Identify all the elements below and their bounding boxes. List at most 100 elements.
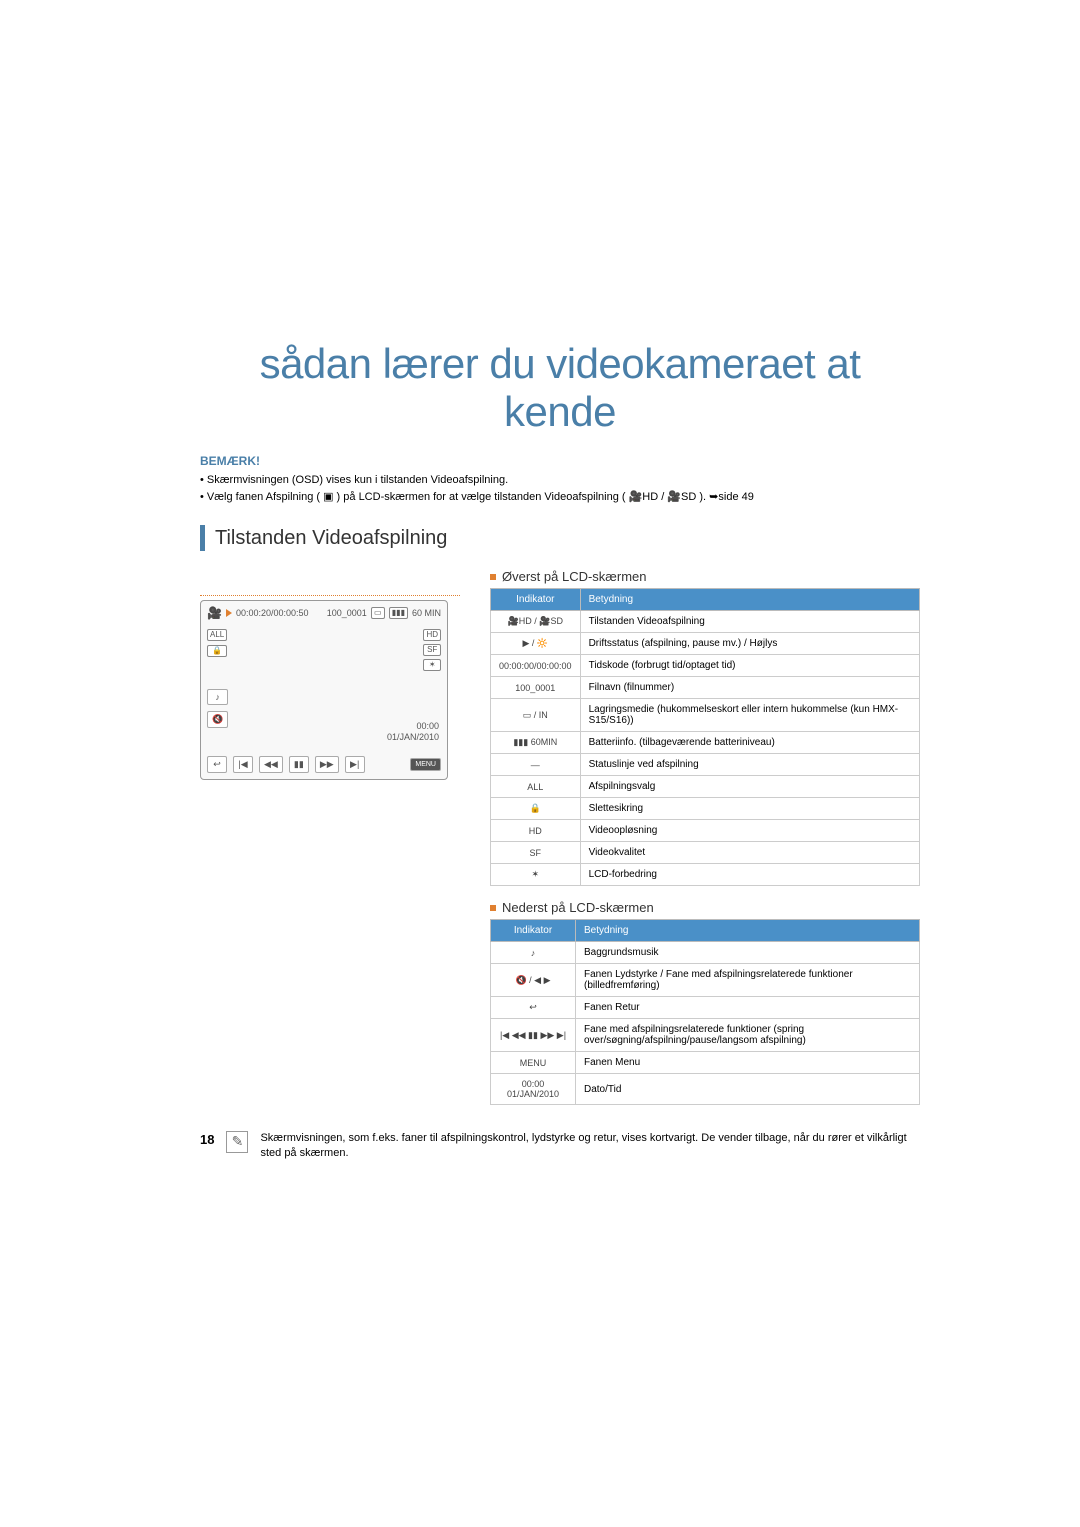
lcd-timecode: 00:00:20/00:00:50 bbox=[236, 608, 309, 618]
note-label: BEMÆRK! bbox=[200, 454, 920, 468]
video-mode-icon: 🎥 bbox=[207, 606, 222, 620]
bottom-indicator-table: Indikator Betydning ♪Baggrundsmusik🔇 / ◀… bbox=[490, 919, 920, 1105]
battery-icon: ▮▮▮ bbox=[389, 607, 408, 619]
meaning-cell: Videoopløsning bbox=[580, 820, 919, 842]
section-header: Tilstanden Videoafspilning bbox=[200, 525, 920, 551]
bullet-icon bbox=[490, 905, 496, 911]
next-button[interactable]: ▶| bbox=[345, 756, 365, 773]
table-row: 🎥HD / 🎥SDTilstanden Videoafspilning bbox=[491, 611, 920, 633]
meaning-cell: Filnavn (filnummer) bbox=[580, 677, 919, 699]
meaning-cell: Baggrundsmusik bbox=[576, 942, 920, 964]
bullet-icon bbox=[490, 574, 496, 580]
meaning-cell: Tilstanden Videoafspilning bbox=[580, 611, 919, 633]
table-row: SFVideokvalitet bbox=[491, 842, 920, 864]
table-row: ♪Baggrundsmusik bbox=[491, 942, 920, 964]
indicator-cell: 🔒 bbox=[491, 798, 581, 820]
table-row: 🔇 / ◀ ▶Fanen Lydstyrke / Fane med afspil… bbox=[491, 964, 920, 997]
meaning-cell: Driftsstatus (afspilning, pause mv.) / H… bbox=[580, 633, 919, 655]
table-row: HDVideoopløsning bbox=[491, 820, 920, 842]
subhead-top: Øverst på LCD-skærmen bbox=[490, 569, 920, 584]
lcd-column: 🎥 00:00:20/00:00:50 100_0001 ▭ ▮▮▮ 60 MI… bbox=[200, 565, 460, 780]
lcd-time: 00:00 bbox=[387, 721, 439, 732]
indicator-cell: — bbox=[491, 754, 581, 776]
section-title: Tilstanden Videoafspilning bbox=[215, 527, 447, 550]
page-title: sådan lærer du videokameraet at kende bbox=[200, 340, 920, 436]
indicator-cell: ▮▮▮ 60MIN bbox=[491, 732, 581, 754]
meaning-cell: Fanen Lydstyrke / Fane med afspilningsre… bbox=[576, 964, 920, 997]
hd-icon: HD bbox=[423, 629, 441, 641]
meaning-cell: Fane med afspilningsrelaterede funktione… bbox=[576, 1019, 920, 1052]
pause-button[interactable]: ▮▮ bbox=[289, 756, 309, 773]
footer: 18 ✎ Skærmvisningen, som f.eks. faner ti… bbox=[200, 1131, 920, 1162]
indicator-cell: ▶ / 🔆 bbox=[491, 633, 581, 655]
indicator-cell: 100_0001 bbox=[491, 677, 581, 699]
sf-icon: SF bbox=[423, 644, 441, 656]
prev-button[interactable]: |◀ bbox=[233, 756, 253, 773]
lock-icon: 🔒 bbox=[207, 645, 227, 657]
note-icon: ✎ bbox=[226, 1131, 248, 1153]
lcd-screen: 🎥 00:00:20/00:00:50 100_0001 ▭ ▮▮▮ 60 MI… bbox=[200, 600, 448, 780]
indicator-cell: ♪ bbox=[491, 942, 576, 964]
meaning-cell: Batteriinfo. (tilbageværende batterinive… bbox=[580, 732, 919, 754]
subhead-bottom: Nederst på LCD-skærmen bbox=[490, 900, 920, 915]
lcd-battery: 60 MIN bbox=[412, 608, 441, 618]
table-row: 00:00:00/00:00:00Tidskode (forbrugt tid/… bbox=[491, 655, 920, 677]
note-list: Skærmvisningen (OSD) vises kun i tilstan… bbox=[200, 472, 920, 505]
th-indicator: Indikator bbox=[491, 589, 581, 611]
table-row: 100_0001Filnavn (filnummer) bbox=[491, 677, 920, 699]
lcd-date: 01/JAN/2010 bbox=[387, 732, 439, 743]
meaning-cell: Dato/Tid bbox=[576, 1074, 920, 1105]
tables-column: Øverst på LCD-skærmen Indikator Betydnin… bbox=[490, 565, 920, 1105]
indicator-cell: HD bbox=[491, 820, 581, 842]
menu-button[interactable]: MENU bbox=[410, 758, 441, 771]
meaning-cell: LCD-forbedring bbox=[580, 864, 919, 886]
meaning-cell: Lagringsmedie (hukommelseskort eller int… bbox=[580, 699, 919, 732]
indicator-cell: ✶ bbox=[491, 864, 581, 886]
meaning-cell: Tidskode (forbrugt tid/optaget tid) bbox=[580, 655, 919, 677]
meaning-cell: Slettesikring bbox=[580, 798, 919, 820]
subhead-bottom-text: Nederst på LCD-skærmen bbox=[502, 900, 654, 915]
table-row: —Statuslinje ved afspilning bbox=[491, 754, 920, 776]
meaning-cell: Fanen Retur bbox=[576, 997, 920, 1019]
play-icon bbox=[226, 609, 232, 617]
indicator-cell: 00:00 01/JAN/2010 bbox=[491, 1074, 576, 1105]
all-icon: ALL bbox=[207, 629, 227, 641]
th-indicator: Indikator bbox=[491, 920, 576, 942]
volume-button[interactable]: 🔇 bbox=[207, 711, 228, 728]
page-content: sådan lærer du videokameraet at kende BE… bbox=[0, 0, 1080, 1202]
forward-button[interactable]: ▶▶ bbox=[315, 756, 339, 773]
indicator-cell: 00:00:00/00:00:00 bbox=[491, 655, 581, 677]
indicator-cell: MENU bbox=[491, 1052, 576, 1074]
lcd-enhance-icon: ✶ bbox=[423, 659, 441, 671]
page-number: 18 bbox=[200, 1131, 214, 1149]
indicator-cell: 🔇 / ◀ ▶ bbox=[491, 964, 576, 997]
table-row: ↩Fanen Retur bbox=[491, 997, 920, 1019]
top-indicator-table: Indikator Betydning 🎥HD / 🎥SDTilstanden … bbox=[490, 588, 920, 886]
table-row: ▮▮▮ 60MINBatteriinfo. (tilbageværende ba… bbox=[491, 732, 920, 754]
music-button[interactable]: ♪ bbox=[207, 689, 228, 705]
indicator-cell: ↩ bbox=[491, 997, 576, 1019]
indicator-cell: SF bbox=[491, 842, 581, 864]
card-icon: ▭ bbox=[371, 607, 385, 619]
footer-text: Skærmvisningen, som f.eks. faner til afs… bbox=[260, 1131, 920, 1162]
table-row: ✶LCD-forbedring bbox=[491, 864, 920, 886]
subhead-top-text: Øverst på LCD-skærmen bbox=[502, 569, 646, 584]
rewind-button[interactable]: ◀◀ bbox=[259, 756, 283, 773]
table-row: ▭ / INLagringsmedie (hukommelseskort ell… bbox=[491, 699, 920, 732]
table-row: 🔒Slettesikring bbox=[491, 798, 920, 820]
meaning-cell: Statuslinje ved afspilning bbox=[580, 754, 919, 776]
meaning-cell: Afspilningsvalg bbox=[580, 776, 919, 798]
th-meaning: Betydning bbox=[576, 920, 920, 942]
table-row: 00:00 01/JAN/2010Dato/Tid bbox=[491, 1074, 920, 1105]
table-row: MENUFanen Menu bbox=[491, 1052, 920, 1074]
indicator-cell: |◀ ◀◀ ▮▮ ▶▶ ▶| bbox=[491, 1019, 576, 1052]
indicator-cell: ALL bbox=[491, 776, 581, 798]
table-row: ALLAfspilningsvalg bbox=[491, 776, 920, 798]
th-meaning: Betydning bbox=[580, 589, 919, 611]
note-item: Vælg fanen Afspilning ( ▣ ) på LCD-skærm… bbox=[200, 489, 920, 506]
section-bar bbox=[200, 525, 205, 551]
note-item: Skærmvisningen (OSD) vises kun i tilstan… bbox=[200, 472, 920, 489]
back-button[interactable]: ↩ bbox=[207, 756, 227, 773]
meaning-cell: Fanen Menu bbox=[576, 1052, 920, 1074]
table-row: ▶ / 🔆Driftsstatus (afspilning, pause mv.… bbox=[491, 633, 920, 655]
